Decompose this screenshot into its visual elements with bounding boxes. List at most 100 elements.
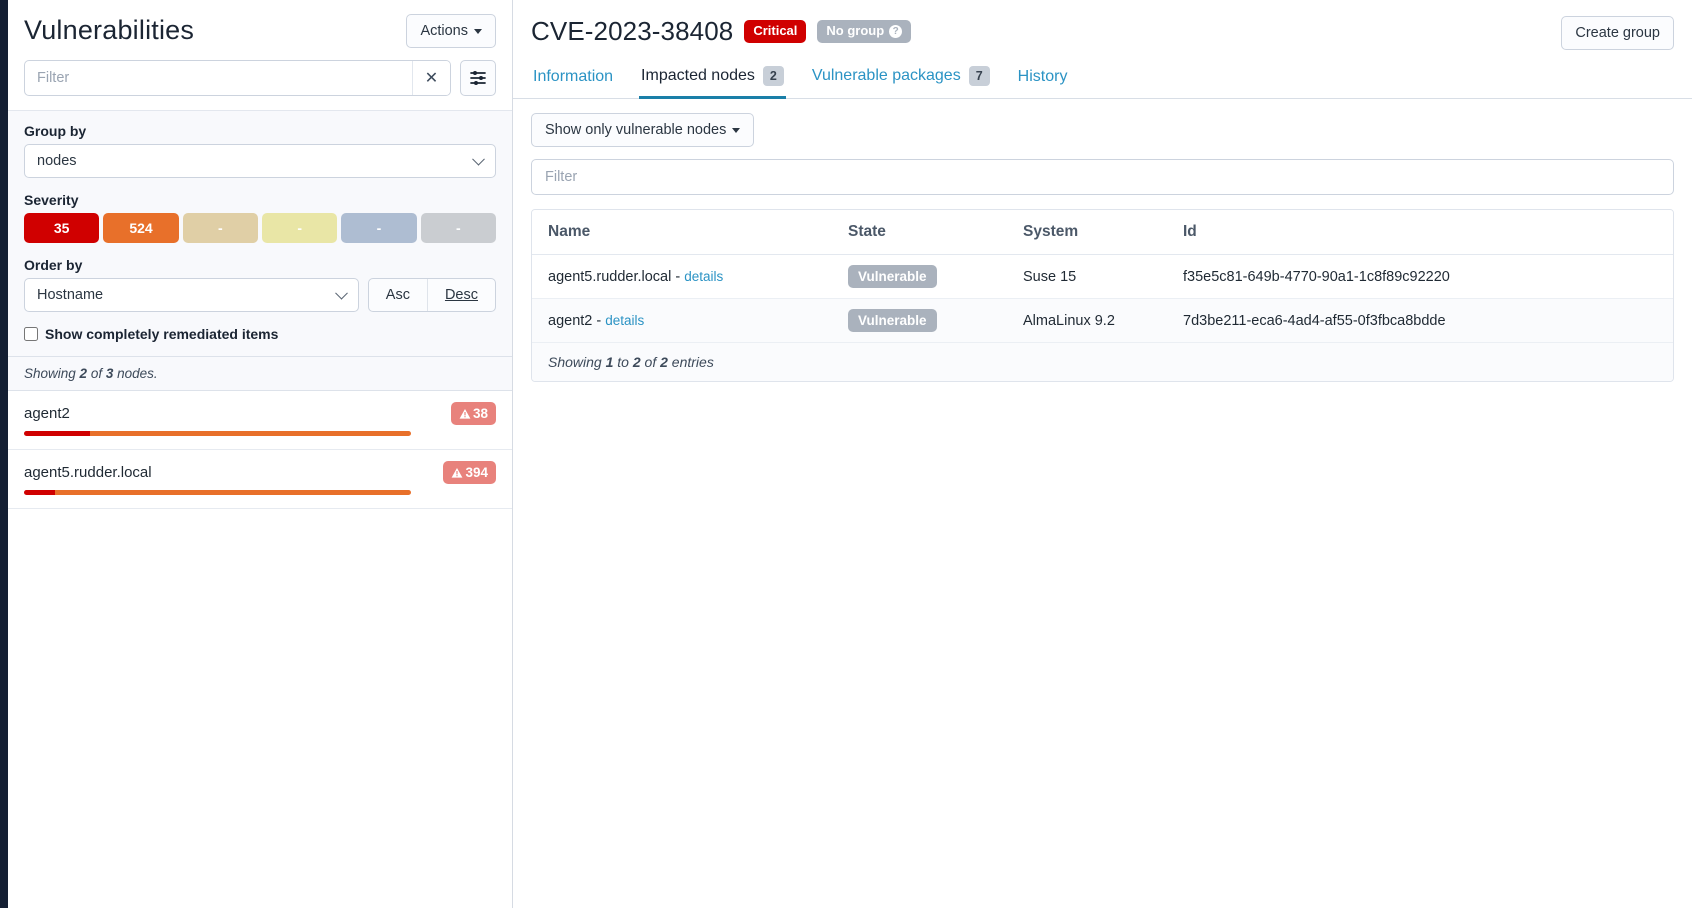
- tab-impacted-nodes[interactable]: Impacted nodes 2: [639, 62, 786, 99]
- cve-header: CVE-2023-38408 Critical No group ? Creat…: [513, 0, 1692, 50]
- order-by-value: Hostname: [37, 287, 103, 303]
- cve-id-heading: CVE-2023-38408: [531, 16, 733, 47]
- severity-bar: [24, 431, 411, 436]
- show-remediated-checkbox[interactable]: [24, 327, 38, 341]
- help-icon[interactable]: ?: [889, 25, 902, 38]
- tab-history[interactable]: History: [1016, 64, 1070, 99]
- severity-bucket-label: -: [218, 220, 223, 236]
- cve-title-row: CVE-2023-38408 Critical No group ?: [531, 16, 911, 47]
- sort-desc-button[interactable]: Desc: [427, 279, 495, 311]
- severity-bucket-unknown[interactable]: -: [421, 213, 496, 243]
- status-badge: Vulnerable: [848, 265, 937, 288]
- status-badge: 38: [451, 402, 496, 425]
- cve-detail-panel: CVE-2023-38408 Critical No group ? Creat…: [513, 0, 1692, 908]
- app-left-rail: [0, 0, 8, 908]
- node-list: agent2 38 agent5.rudder.local 394: [8, 391, 512, 908]
- footer-suffix: entries: [668, 354, 714, 370]
- severity-bucket-low[interactable]: -: [262, 213, 337, 243]
- vulnerabilities-sidebar: Vulnerabilities Actions ✕: [8, 0, 513, 908]
- column-header-name[interactable]: Name: [532, 210, 832, 255]
- list-item[interactable]: agent2 38: [8, 391, 512, 450]
- severity-bar-segment-high: [55, 490, 411, 495]
- cell-name: agent2 - details: [532, 299, 832, 343]
- node-name: agent2: [24, 405, 70, 422]
- tab-information[interactable]: Information: [531, 64, 615, 99]
- severity-bar-segment-critical: [24, 490, 55, 495]
- group-badge: No group ?: [817, 20, 911, 42]
- column-header-id[interactable]: Id: [1167, 210, 1673, 255]
- severity-bucket-critical[interactable]: 35: [24, 213, 99, 243]
- impacted-nodes-content: Show only vulnerable nodes Name State Sy…: [513, 99, 1692, 908]
- column-header-system[interactable]: System: [1007, 210, 1167, 255]
- severity-badge: Critical: [744, 20, 806, 42]
- cell-id: 7d3be211-eca6-4ad4-af55-0f3fbca8bdde: [1167, 299, 1673, 343]
- tab-badge: 7: [969, 66, 990, 86]
- footer-prefix: Showing: [548, 354, 606, 370]
- tab-label: Impacted nodes: [641, 67, 755, 85]
- table-row[interactable]: agent5.rudder.local - details Vulnerable…: [532, 255, 1673, 299]
- severity-bucket-none[interactable]: -: [341, 213, 416, 243]
- details-link[interactable]: details: [684, 269, 723, 284]
- table: Name State System Id agent5.rudder.local…: [532, 210, 1673, 343]
- chevron-down-icon: [474, 29, 482, 34]
- group-by-select[interactable]: nodes: [24, 144, 496, 178]
- footer-to: 2: [633, 354, 641, 370]
- node-item-header: agent5.rudder.local 394: [24, 461, 496, 484]
- create-group-button[interactable]: Create group: [1561, 16, 1674, 50]
- footer-of-word: of: [641, 354, 660, 370]
- clear-filter-icon[interactable]: ✕: [412, 61, 450, 95]
- group-by-label: Group by: [24, 123, 496, 139]
- sidebar-filter-row: ✕: [8, 48, 512, 110]
- status-badge: 394: [443, 461, 496, 484]
- filter-settings-icon[interactable]: [460, 60, 496, 96]
- page-title: Vulnerabilities: [24, 16, 194, 46]
- show-remediated-label[interactable]: Show completely remediated items: [45, 326, 278, 342]
- chevron-down-icon: [732, 128, 740, 133]
- show-only-label: Show only vulnerable nodes: [545, 122, 726, 138]
- node-name: agent5.rudder.local: [548, 269, 671, 285]
- tab-vulnerable-packages[interactable]: Vulnerable packages 7: [810, 62, 992, 99]
- severity-bar: [24, 490, 411, 495]
- cell-system: Suse 15: [1007, 255, 1167, 299]
- severity-bucket-label: 524: [129, 220, 152, 236]
- severity-bucket-label: -: [377, 220, 382, 236]
- order-by-label: Order by: [24, 257, 496, 273]
- cell-state: Vulnerable: [832, 255, 1007, 299]
- table-head: Name State System Id: [532, 210, 1673, 255]
- sidebar-filter-input[interactable]: [25, 61, 412, 95]
- severity-bar-segment-high: [90, 431, 411, 436]
- chevron-down-icon: [335, 287, 348, 300]
- impacted-nodes-filter-input[interactable]: [531, 159, 1674, 195]
- show-only-vulnerable-nodes-button[interactable]: Show only vulnerable nodes: [531, 113, 754, 147]
- show-remediated-row: Show completely remediated items: [24, 326, 496, 342]
- severity-bucket-high[interactable]: 524: [103, 213, 178, 243]
- actions-button[interactable]: Actions: [406, 14, 496, 48]
- severity-buckets: 35 524 - - - -: [24, 213, 496, 243]
- sort-asc-button[interactable]: Asc: [369, 279, 427, 311]
- severity-bucket-label: -: [456, 220, 461, 236]
- sort-direction-toggle: Asc Desc: [368, 278, 496, 312]
- warning-triangle-icon: [459, 408, 471, 420]
- order-by-select[interactable]: Hostname: [24, 278, 359, 312]
- tab-badge: 2: [763, 66, 784, 86]
- severity-bucket-medium[interactable]: -: [183, 213, 258, 243]
- status-badge: Vulnerable: [848, 309, 937, 332]
- details-link[interactable]: details: [605, 313, 644, 328]
- node-name: agent2: [548, 313, 592, 329]
- tab-label: Vulnerable packages: [812, 67, 961, 85]
- showing-of: of: [87, 366, 106, 381]
- node-name: agent5.rudder.local: [24, 464, 152, 481]
- sidebar-filter-group: ✕: [24, 60, 451, 96]
- actions-button-label: Actions: [420, 23, 468, 39]
- node-badge-count: 394: [465, 465, 488, 480]
- showing-count: 2: [80, 366, 88, 381]
- column-header-state[interactable]: State: [832, 210, 1007, 255]
- table-row[interactable]: agent2 - details Vulnerable AlmaLinux 9.…: [532, 299, 1673, 343]
- list-item[interactable]: agent5.rudder.local 394: [8, 450, 512, 509]
- group-by-value: nodes: [37, 153, 77, 169]
- cell-system: AlmaLinux 9.2: [1007, 299, 1167, 343]
- node-item-header: agent2 38: [24, 402, 496, 425]
- tab-label: Information: [533, 68, 613, 86]
- sidebar-filters-panel: Group by nodes Severity 35 524 - - - - O…: [8, 110, 512, 357]
- vulnerability-management-page: Vulnerabilities Actions ✕: [0, 0, 1692, 908]
